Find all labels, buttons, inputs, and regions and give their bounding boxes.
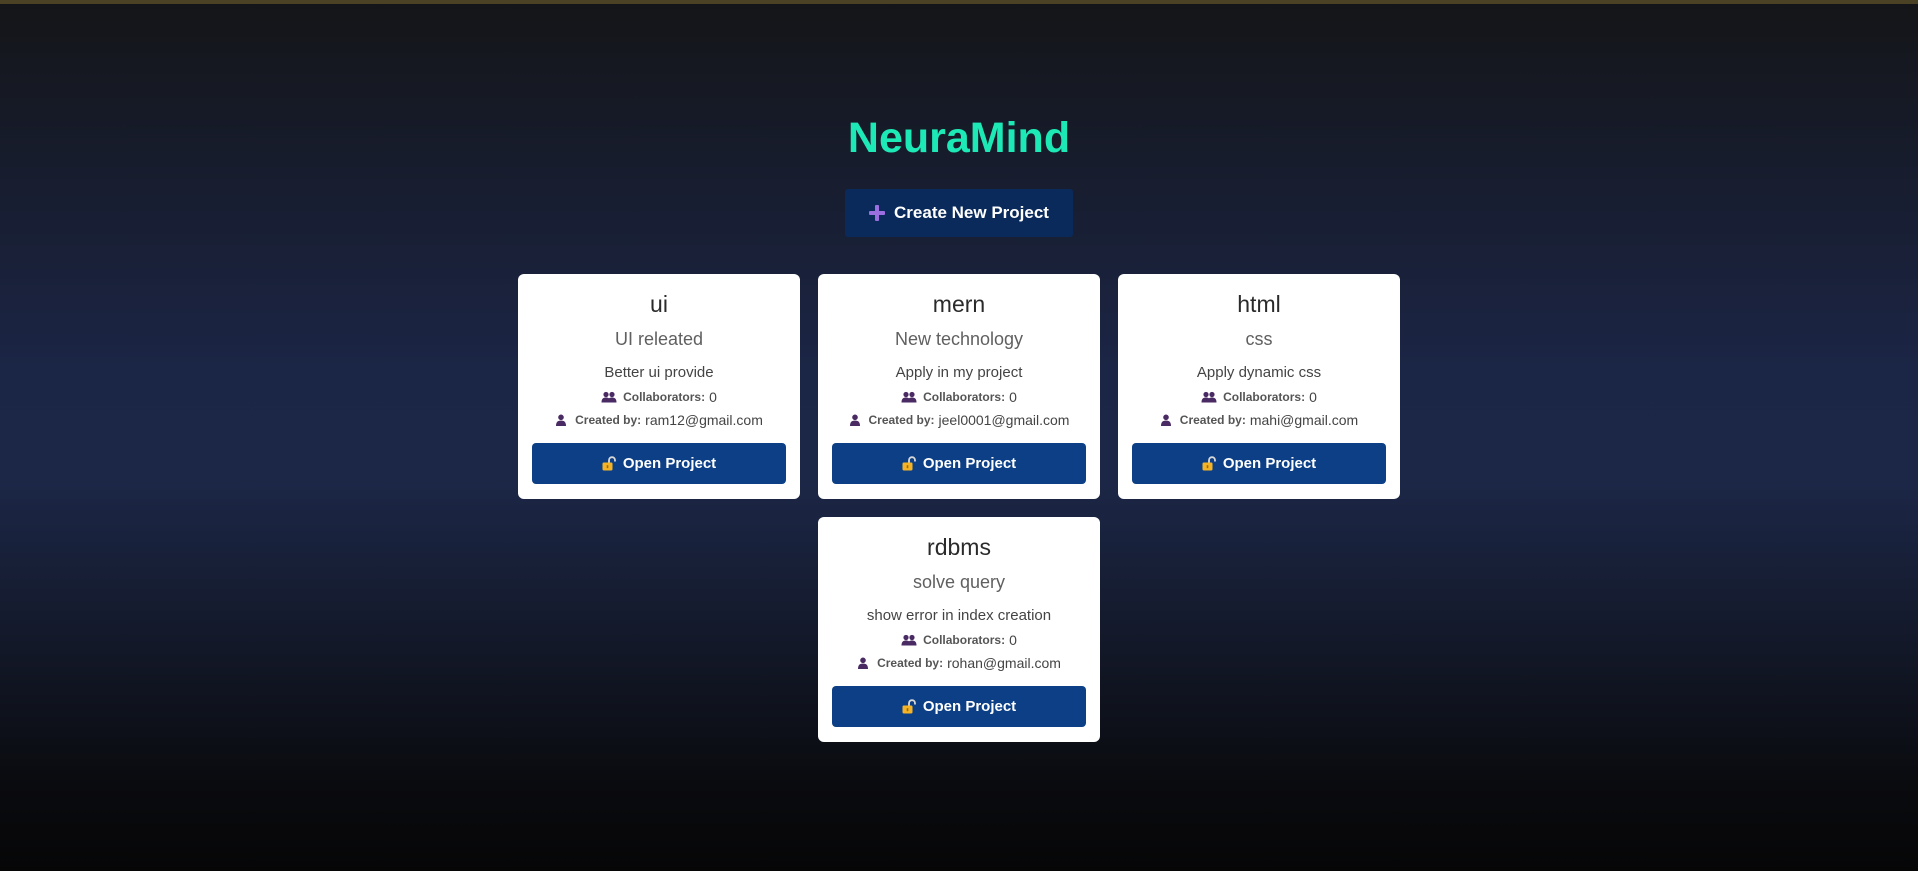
user-icon <box>1160 414 1171 426</box>
project-name: mern <box>932 291 986 317</box>
project-subtitle: css <box>1245 329 1273 349</box>
project-card: mern New technology Apply in my project … <box>818 274 1100 499</box>
collaborators-count: 0 <box>709 389 717 405</box>
project-description: Apply dynamic css <box>1196 364 1322 381</box>
collaborators-line: Collaborators: 0 <box>818 630 1100 650</box>
collaborators-line: Collaborators: 0 <box>518 387 800 407</box>
unlock-icon <box>602 456 616 471</box>
project-card: html css Apply dynamic css Collaborators… <box>1118 274 1400 499</box>
unlock-icon <box>1202 456 1216 471</box>
created-by-label: Created by: <box>575 413 642 427</box>
users-icon <box>901 634 917 646</box>
collaborators-label: Collaborators: <box>923 633 1006 647</box>
open-project-button[interactable]: Open Project <box>1132 443 1386 484</box>
open-project-label: Open Project <box>922 698 1017 715</box>
open-project-label: Open Project <box>922 455 1017 472</box>
user-icon <box>858 657 869 669</box>
created-by-email: mahi@gmail.com <box>1249 412 1359 428</box>
collaborators-line: Collaborators: 0 <box>818 387 1100 407</box>
project-grid: ui UI releated Better ui provide Collabo… <box>518 274 1400 742</box>
collaborators-label: Collaborators: <box>923 390 1006 404</box>
open-project-button[interactable]: Open Project <box>532 443 786 484</box>
collaborators-count: 0 <box>1009 389 1017 405</box>
app-title: NeuraMind <box>847 114 1071 162</box>
project-subtitle: solve query <box>912 572 1006 592</box>
project-description: show error in index creation <box>866 607 1052 624</box>
open-project-label: Open Project <box>1222 455 1317 472</box>
user-icon <box>849 414 860 426</box>
project-description: Apply in my project <box>895 364 1023 381</box>
created-by-email: jeel0001@gmail.com <box>938 412 1070 428</box>
project-name: rdbms <box>927 534 991 560</box>
project-description: Better ui provide <box>604 364 714 381</box>
created-by-label: Created by: <box>877 656 944 670</box>
users-icon <box>901 391 917 403</box>
open-project-button[interactable]: Open Project <box>832 443 1086 484</box>
users-icon <box>601 391 617 403</box>
created-by-label: Created by: <box>868 413 935 427</box>
users-icon <box>1201 391 1217 403</box>
project-subtitle: New technology <box>894 329 1024 349</box>
collaborators-label: Collaborators: <box>1223 390 1306 404</box>
collaborators-label: Collaborators: <box>623 390 706 404</box>
create-project-label: Create New Project <box>894 203 1049 222</box>
project-subtitle: UI releated <box>614 329 704 349</box>
collaborators-line: Collaborators: 0 <box>1118 387 1400 407</box>
created-by-line: Created by: jeel0001@gmail.com <box>818 410 1100 430</box>
unlock-icon <box>902 456 916 471</box>
collaborators-count: 0 <box>1309 389 1317 405</box>
top-border <box>0 0 1918 4</box>
user-icon <box>556 414 567 426</box>
plus-icon <box>869 205 886 221</box>
created-by-label: Created by: <box>1179 413 1246 427</box>
created-by-line: Created by: mahi@gmail.com <box>1118 410 1400 430</box>
open-project-button[interactable]: Open Project <box>832 686 1086 727</box>
unlock-icon <box>902 699 916 714</box>
created-by-email: rohan@gmail.com <box>947 655 1061 671</box>
collaborators-count: 0 <box>1009 632 1017 648</box>
project-name: ui <box>650 291 668 317</box>
project-card: rdbms solve query show error in index cr… <box>818 517 1100 742</box>
project-card: ui UI releated Better ui provide Collabo… <box>518 274 800 499</box>
created-by-line: Created by: ram12@gmail.com <box>518 410 800 430</box>
create-project-button[interactable]: Create New Project <box>845 189 1073 237</box>
created-by-line: Created by: rohan@gmail.com <box>818 653 1100 673</box>
project-name: html <box>1237 291 1281 317</box>
created-by-email: ram12@gmail.com <box>645 412 763 428</box>
open-project-label: Open Project <box>622 455 717 472</box>
